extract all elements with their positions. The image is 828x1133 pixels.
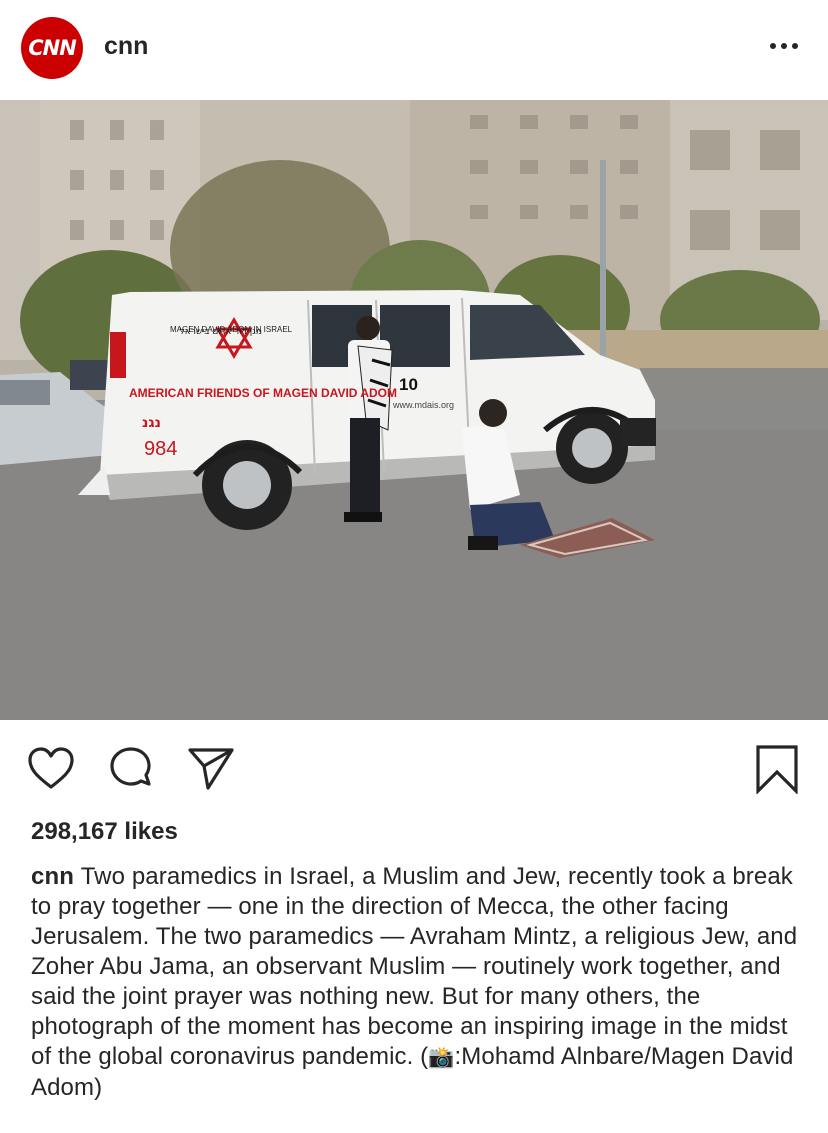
van-site: www.mdais.org (392, 400, 454, 410)
likes-count[interactable]: 298,167 likes (31, 818, 178, 846)
camera-emoji-icon: 📸 (428, 1046, 455, 1069)
heart-icon[interactable] (26, 744, 76, 794)
caption-username[interactable]: cnn (31, 863, 81, 890)
more-dot (792, 43, 798, 49)
post-actions (0, 720, 828, 815)
send-icon[interactable] (186, 744, 236, 794)
cnn-logo: CNN (28, 36, 77, 60)
van-unit: 10 (399, 375, 418, 394)
more-dot (770, 43, 776, 49)
post-header: CNN cnn (0, 0, 828, 100)
van-friends-text: AMERICAN FRIENDS OF MAGEN DAVID ADOM (129, 386, 397, 400)
van-he-short: נגנ (142, 415, 161, 431)
avatar[interactable]: CNN (21, 17, 83, 79)
username[interactable]: cnn (104, 32, 148, 61)
post-photo[interactable]: MAGEN DAVID ADOM IN ISRAEL מגן דוד אדום … (0, 100, 828, 720)
more-horizontal-icon[interactable] (762, 26, 806, 66)
comment-icon[interactable] (106, 744, 156, 794)
bookmark-icon[interactable] (752, 744, 802, 795)
parked-car (0, 360, 110, 465)
van-number: 984 (144, 438, 177, 460)
post-caption: cnn Two paramedics in Israel, a Muslim a… (31, 862, 801, 1103)
photo-illustration: MAGEN DAVID ADOM IN ISRAEL מגן דוד אדום … (0, 100, 828, 720)
more-dot (781, 43, 787, 49)
van-org-he: מגן דוד אדום בישראל (180, 327, 262, 337)
caption-text: Two paramedics in Israel, a Muslim and J… (31, 863, 798, 1070)
